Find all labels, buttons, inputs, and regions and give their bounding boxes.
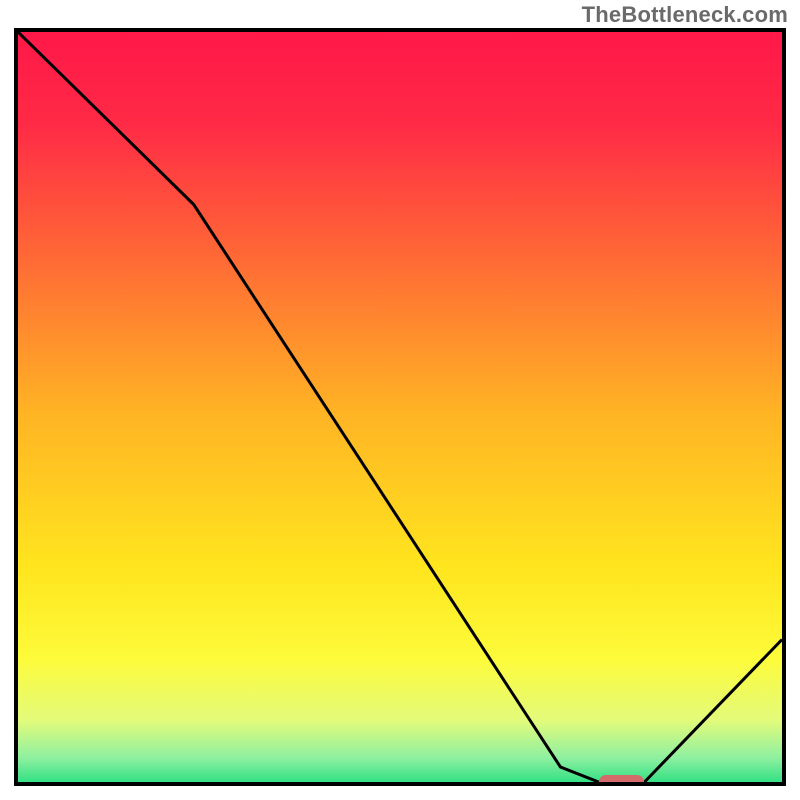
attribution-label: TheBottleneck.com [582,2,788,28]
plot-frame [14,28,786,786]
optimal-range-marker [599,775,645,786]
bottleneck-curve [18,32,782,782]
chart-container: TheBottleneck.com [0,0,800,800]
